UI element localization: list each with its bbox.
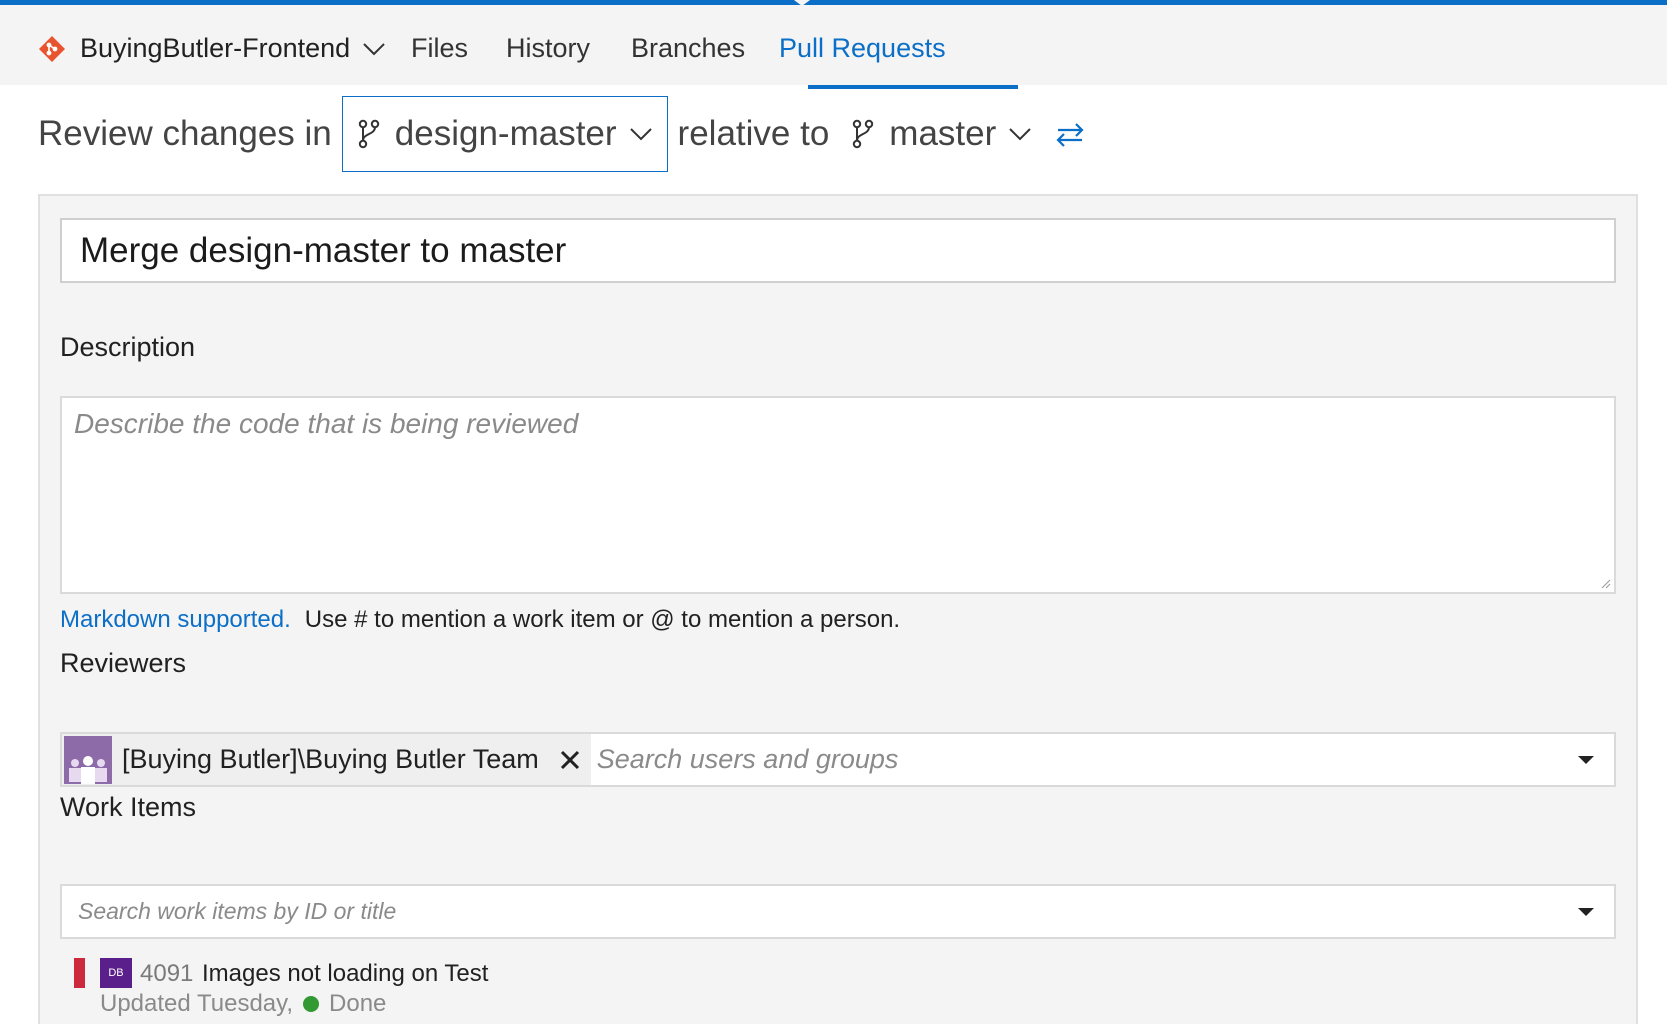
review-prefix-label: Review changes in [38,114,332,153]
caret-down-icon[interactable] [1578,755,1594,764]
chevron-down-icon [629,128,652,141]
branch-icon [853,119,874,149]
pr-title-input[interactable]: Merge design-master to master [60,218,1616,283]
work-item-title[interactable]: Images not loading on Test [202,960,488,988]
repo-navbar: BuyingButler-Frontend Files History Bran… [0,5,1667,89]
work-items-label: Work Items [60,792,197,822]
git-repo-icon [39,35,65,62]
reviewers-search-input[interactable]: Search users and groups [597,744,1578,775]
work-item-id: 4091 [140,960,194,987]
tab-files[interactable]: Files [411,33,468,64]
reviewers-picker[interactable]: [Buying Butler]\Buying Butler Team Searc… [60,732,1616,787]
chevron-down-icon [363,42,385,55]
source-branch-dropdown[interactable]: design-master [341,96,668,172]
reviewers-label: Reviewers [60,648,187,678]
work-item-meta: Updated Tuesday, Done [100,990,386,1018]
reviewer-chip: [Buying Butler]\Buying Butler Team [62,734,591,785]
state-dot-icon [303,996,320,1012]
work-item-state: Done [329,990,387,1017]
pull-request-form: Merge design-master to master Descriptio… [38,194,1638,1024]
work-items-search-input[interactable]: Search work items by ID or title [78,898,1578,925]
chevron-down-icon [1009,128,1031,141]
description-label: Description [60,332,196,362]
resize-grip-icon[interactable] [1601,579,1611,589]
caret-down-icon[interactable] [1578,907,1594,916]
repo-selector[interactable]: BuyingButler-Frontend [38,33,386,64]
markdown-hint-text: Use # to mention a work item or @ to men… [304,606,901,633]
tab-pull-requests[interactable]: Pull Requests [779,33,946,64]
work-items-search[interactable]: Search work items by ID or title [60,884,1616,939]
tab-history[interactable]: History [506,33,590,64]
target-branch-name: master [889,114,997,153]
work-item-row[interactable]: DB 4091 Images not loading on Test Updat… [74,954,674,1024]
team-icon [69,755,107,784]
repo-name: BuyingButler-Frontend [80,33,351,63]
source-branch-name: design-master [394,114,617,153]
avatar: DB [100,958,132,988]
branch-compare-bar: Review changes in design-master relative… [38,96,1086,172]
markdown-supported-link[interactable]: Markdown supported. [60,606,291,633]
reviewer-name: [Buying Butler]\Buying Butler Team [122,744,539,774]
relative-to-label: relative to [677,114,830,153]
tab-branches[interactable]: Branches [631,33,745,64]
close-icon[interactable] [559,749,581,771]
branch-icon [358,119,379,149]
active-tab-indicator [808,85,1018,89]
swap-arrows-icon[interactable] [1054,120,1086,148]
work-item-updated: Updated Tuesday, [100,990,294,1017]
description-placeholder: Describe the code that is being reviewed [74,408,579,439]
description-textarea[interactable]: Describe the code that is being reviewed [60,396,1616,594]
markdown-hint-line: Markdown supported. Use # to mention a wo… [60,606,900,634]
work-item-type-bar [74,958,85,988]
target-branch-dropdown[interactable]: master [851,114,1032,154]
team-avatar [64,735,112,784]
